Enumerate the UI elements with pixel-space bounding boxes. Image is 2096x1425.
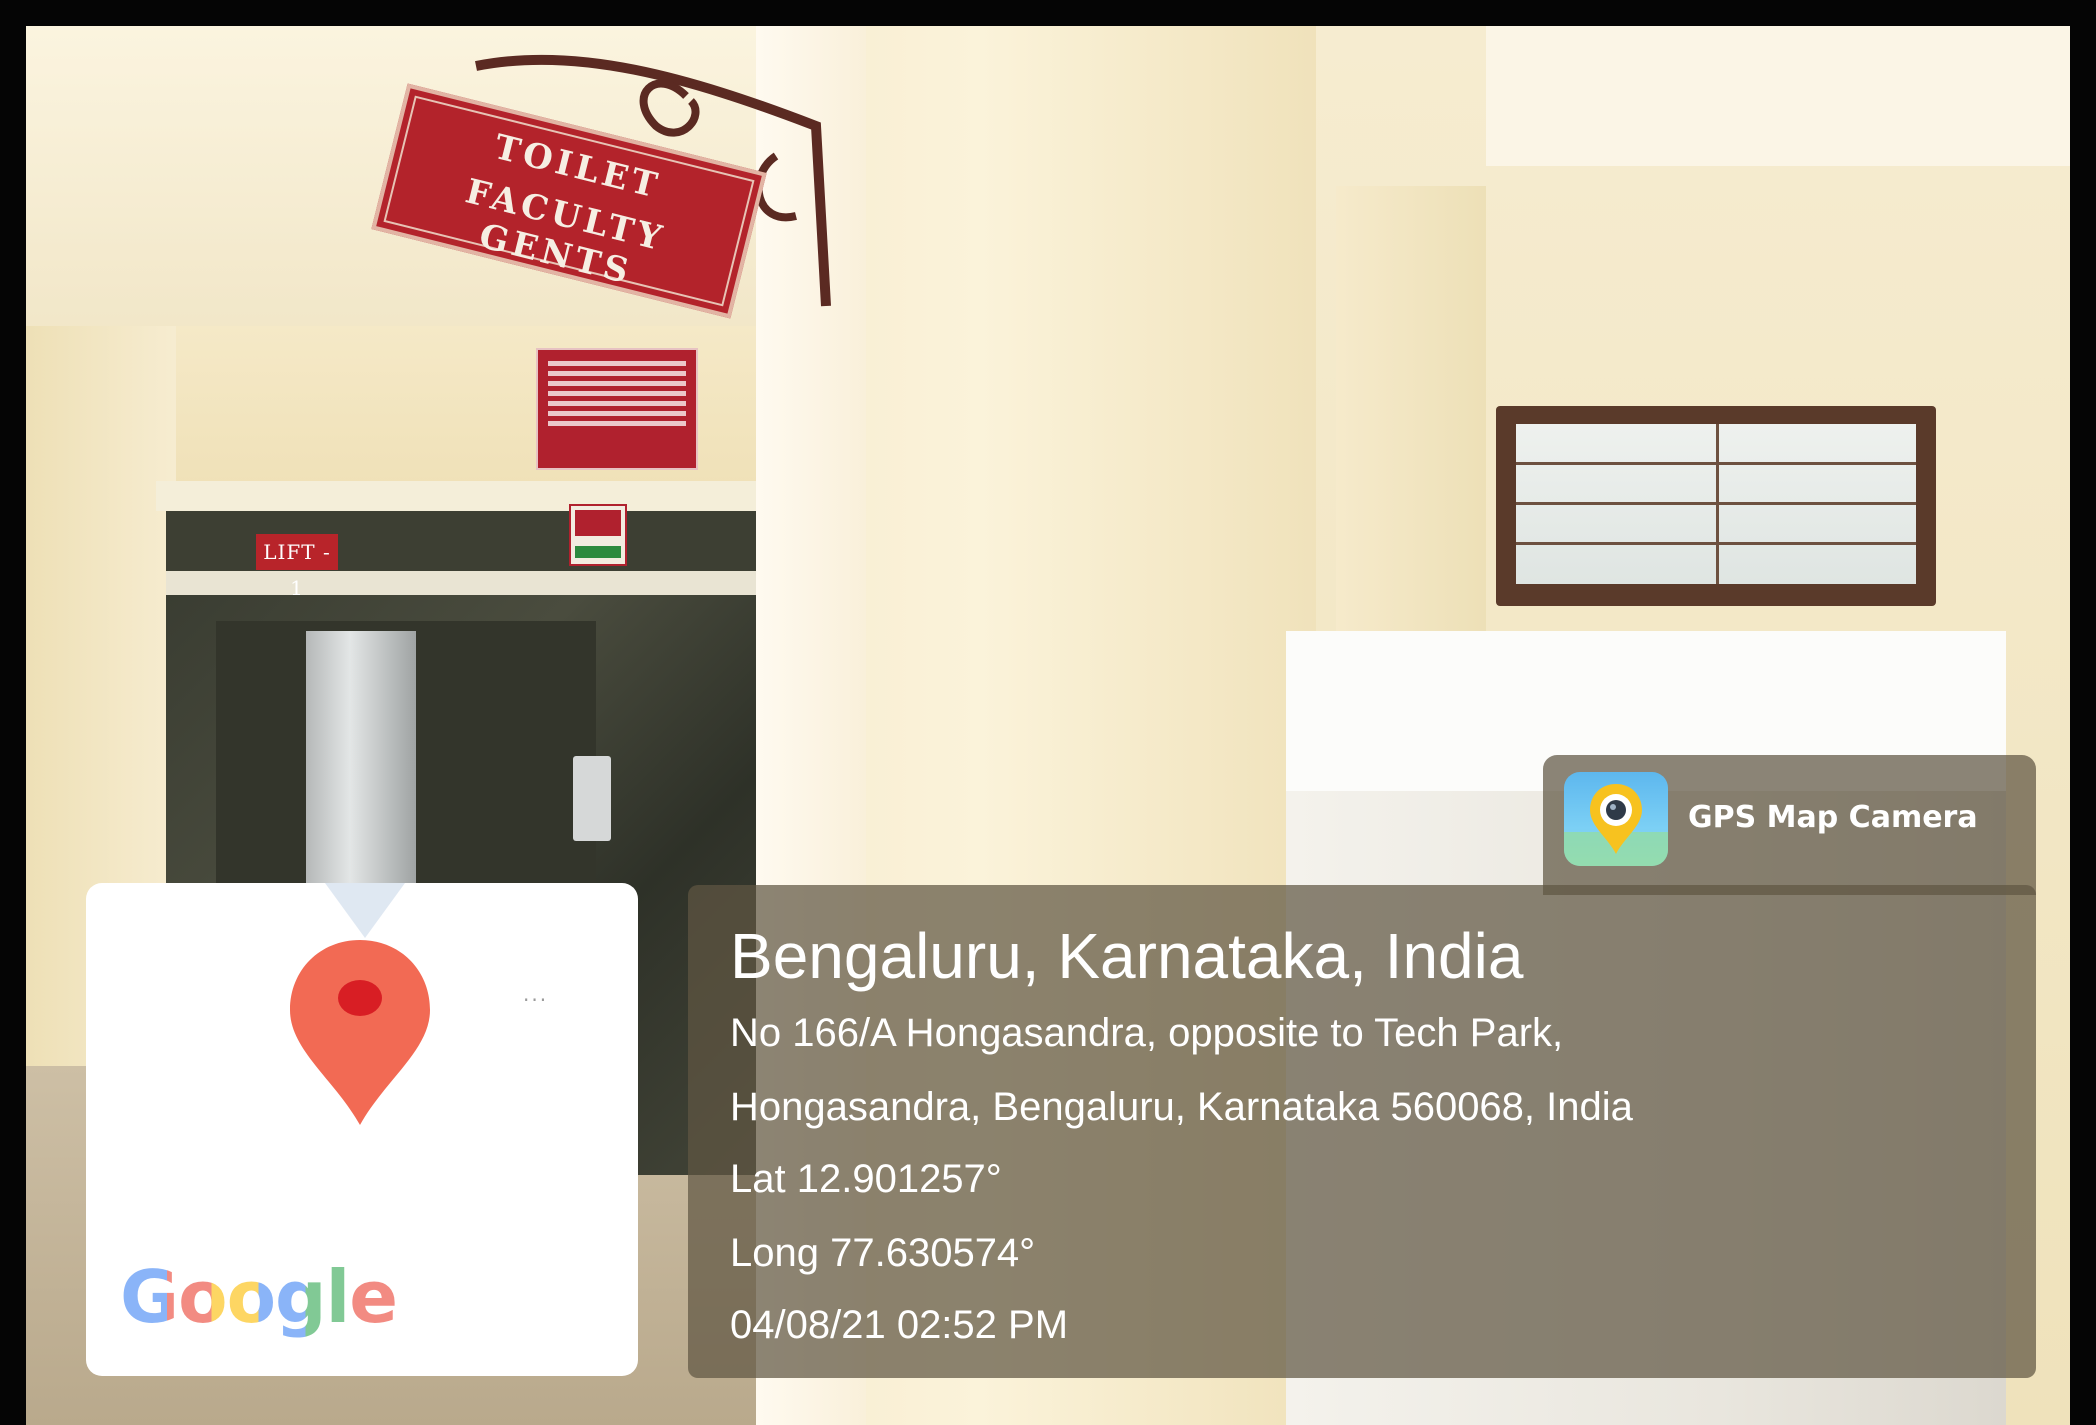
right-ceiling — [1486, 26, 2070, 166]
address-line-2: Hongasandra, Bengaluru, Karnataka 560068… — [730, 1085, 1633, 1129]
google-logo-text: Google — [120, 1255, 398, 1339]
map-direction-marker — [325, 883, 405, 938]
address-line-1: No 166/A Hongasandra, opposite to Tech P… — [730, 1011, 1564, 1055]
google-map-logo: Google — [120, 1255, 398, 1339]
notice-board — [536, 348, 698, 470]
map-pin-icon — [290, 940, 430, 1125]
lift-sign: LIFT - 1 — [256, 534, 338, 600]
window-bar — [1716, 424, 1719, 584]
lift-call-panel — [573, 756, 611, 841]
lift-ledge — [156, 481, 776, 511]
brand-name: GPS Map Camera — [1688, 800, 1978, 835]
location-title: Bengaluru, Karnataka, India — [730, 920, 1524, 992]
longitude-readout: Long 77.630574° — [730, 1231, 1036, 1275]
timestamp: 04/08/21 02:52 PM — [730, 1303, 1069, 1347]
small-wall-sign — [569, 504, 627, 566]
gps-camera-app-icon — [1564, 772, 1668, 866]
lift-trim — [166, 571, 771, 595]
map-street-dots: ··· — [523, 988, 549, 1012]
right-column — [1336, 186, 1486, 656]
latitude-readout: Lat 12.901257° — [730, 1157, 1002, 1201]
